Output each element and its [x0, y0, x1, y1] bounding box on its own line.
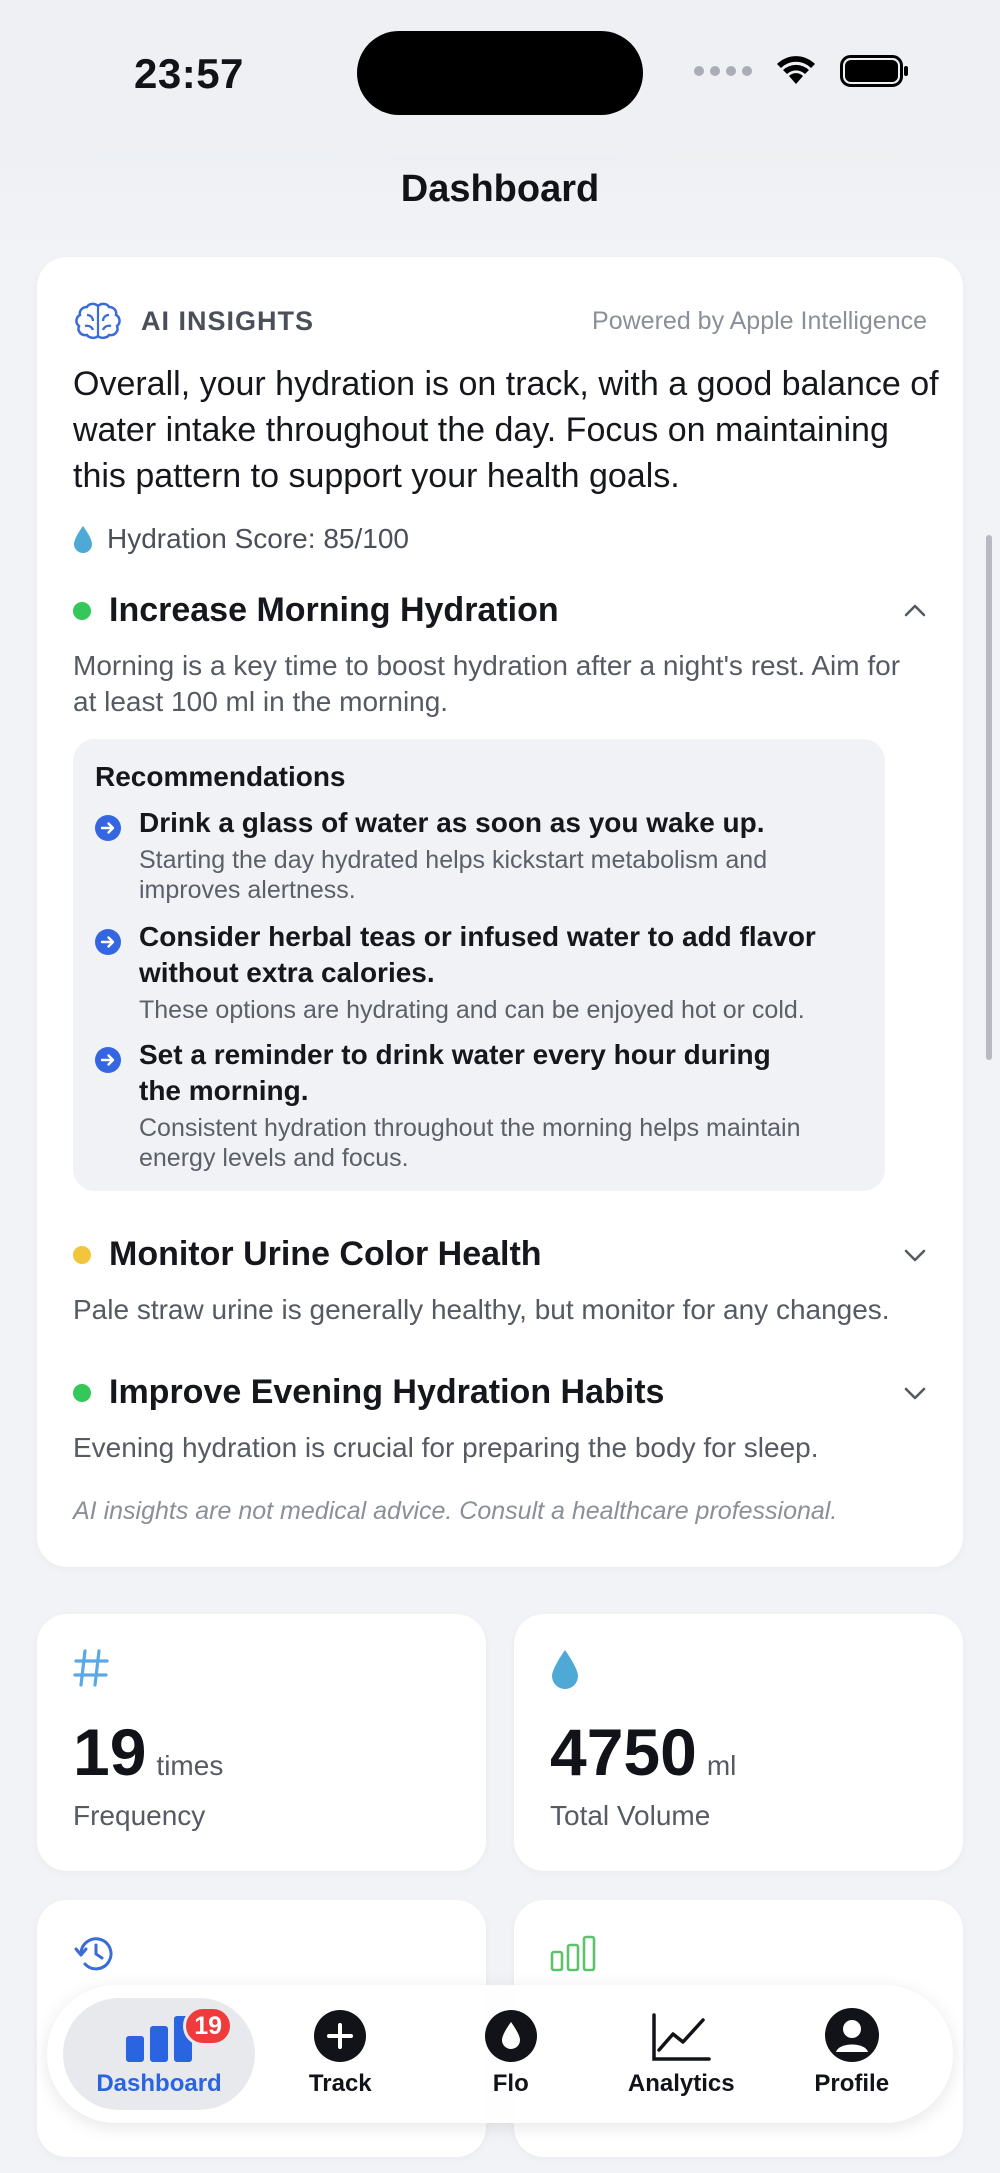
- drop-circle-icon: [484, 2010, 537, 2062]
- tab-profile[interactable]: Profile: [767, 1998, 937, 2110]
- dynamic-island: [357, 31, 643, 115]
- insight-title: Improve Evening Hydration Habits: [109, 1373, 665, 1411]
- recommendation-item: Set a reminder to drink water every hour…: [95, 1037, 865, 1173]
- tab-analytics[interactable]: Analytics: [596, 1998, 766, 2110]
- recommendation-item: Drink a glass of water as soon as you wa…: [95, 805, 865, 905]
- insight-title: Increase Morning Hydration: [109, 591, 559, 629]
- hash-icon: [73, 1649, 109, 1687]
- page-title: Dashboard: [400, 168, 600, 210]
- brain-icon: [75, 302, 121, 340]
- tab-label: Profile: [814, 2070, 890, 2097]
- tab-label: Dashboard: [96, 2070, 222, 2097]
- stat-value-row: 19 times: [73, 1714, 223, 1790]
- stat-unit: times: [156, 1750, 224, 1781]
- tab-track[interactable]: Track: [255, 1998, 425, 2110]
- stat-caption: Total Volume: [550, 1800, 711, 1831]
- status-icons: [694, 54, 910, 88]
- drop-icon: [552, 1650, 578, 1689]
- wifi-icon: [777, 56, 815, 84]
- tab-label: Analytics: [627, 2070, 735, 2097]
- powered-by-text: Powered by Apple Intelligence: [592, 306, 927, 335]
- ai-insights-header: AI INSIGHTS Powered by Apple Intelligenc…: [73, 293, 927, 349]
- stat-value: 4750: [550, 1715, 697, 1789]
- status-time: 23:57: [134, 50, 244, 97]
- stat-card-total-volume[interactable]: 4750 ml Total Volume: [514, 1614, 963, 1871]
- status-dot-yellow: [73, 1245, 91, 1264]
- stat-card-frequency[interactable]: 19 times Frequency: [37, 1614, 486, 1871]
- recommendation-item: Consider herbal teas or infused water to…: [95, 919, 865, 1025]
- tab-label: Flo: [492, 2070, 529, 2097]
- status-bar: 23:57: [0, 0, 1000, 150]
- stat-value-row: 4750 ml: [550, 1714, 736, 1790]
- stat-unit: ml: [706, 1750, 737, 1781]
- hydration-score-text: Hydration Score: 85/100: [107, 523, 409, 554]
- tab-flo[interactable]: Flo: [426, 1998, 596, 2110]
- arrow-right-circle-icon: [95, 1047, 121, 1073]
- ai-insights-label: AI INSIGHTS: [141, 305, 315, 336]
- status-dot-green: [73, 601, 91, 620]
- plus-circle-icon: [314, 2010, 367, 2062]
- ai-insights-card: AI INSIGHTS Powered by Apple Intelligenc…: [37, 257, 963, 1567]
- ai-summary-text: Overall, your hydration is on track, wit…: [73, 365, 939, 495]
- battery-icon: [840, 55, 908, 87]
- tab-dashboard[interactable]: 19 Dashboard: [63, 1998, 256, 2110]
- chevron-down-icon[interactable]: [901, 1379, 929, 1407]
- bar-chart-icon: [550, 1935, 596, 1972]
- status-dot-green: [73, 1383, 91, 1402]
- recommendation-detail: These options are hydrating and can be e…: [139, 996, 805, 1024]
- medical-disclaimer: AI insights are not medical advice. Cons…: [73, 1497, 838, 1525]
- recommendations-panel: Recommendations Drink a glass of water a…: [73, 739, 885, 1191]
- hydration-score: Hydration Score: 85/100: [73, 523, 409, 555]
- insight-description: Evening hydration is crucial for prepari…: [73, 1432, 819, 1463]
- scrollbar[interactable]: [986, 535, 992, 1060]
- recommendations-header: Recommendations: [95, 761, 346, 792]
- bar-chart-icon: [126, 2016, 193, 2062]
- cellular-signal-icon: [694, 66, 752, 76]
- recommendation-title: Drink a glass of water as soon as you wa…: [139, 807, 765, 838]
- chevron-down-icon[interactable]: [901, 1241, 929, 1269]
- chevron-up-icon[interactable]: [901, 597, 929, 625]
- arrow-right-circle-icon: [95, 929, 121, 955]
- insight-description: Pale straw urine is generally healthy, b…: [73, 1294, 890, 1325]
- recommendation-detail: Consistent hydration throughout the morn…: [139, 1114, 801, 1172]
- tab-bar: 19 Dashboard Track Flo Analytics Profile: [47, 1985, 953, 2123]
- recommendation-detail: Starting the day hydrated helps kickstar…: [139, 846, 768, 904]
- stat-value: 19: [73, 1715, 147, 1789]
- insight-title: Monitor Urine Color Health: [109, 1235, 542, 1273]
- history-icon: [74, 1937, 113, 1971]
- arrow-right-circle-icon: [95, 815, 121, 841]
- insight-header-urine[interactable]: Monitor Urine Color Health: [73, 1235, 929, 1274]
- insight-header-morning[interactable]: Increase Morning Hydration: [73, 591, 929, 630]
- recommendation-title: Consider herbal teas or infused water to…: [139, 921, 816, 988]
- line-chart-icon: [652, 2013, 711, 2061]
- recommendation-title: Set a reminder to drink water every hour…: [139, 1039, 771, 1106]
- insight-description: Morning is a key time to boost hydration…: [73, 650, 901, 717]
- insight-header-evening[interactable]: Improve Evening Hydration Habits: [73, 1373, 929, 1412]
- stat-caption: Frequency: [73, 1800, 206, 1831]
- person-circle-icon: [824, 2008, 879, 2062]
- notification-badge: 19: [183, 2006, 234, 2046]
- tab-label: Track: [308, 2070, 372, 2097]
- drop-icon: [74, 526, 92, 553]
